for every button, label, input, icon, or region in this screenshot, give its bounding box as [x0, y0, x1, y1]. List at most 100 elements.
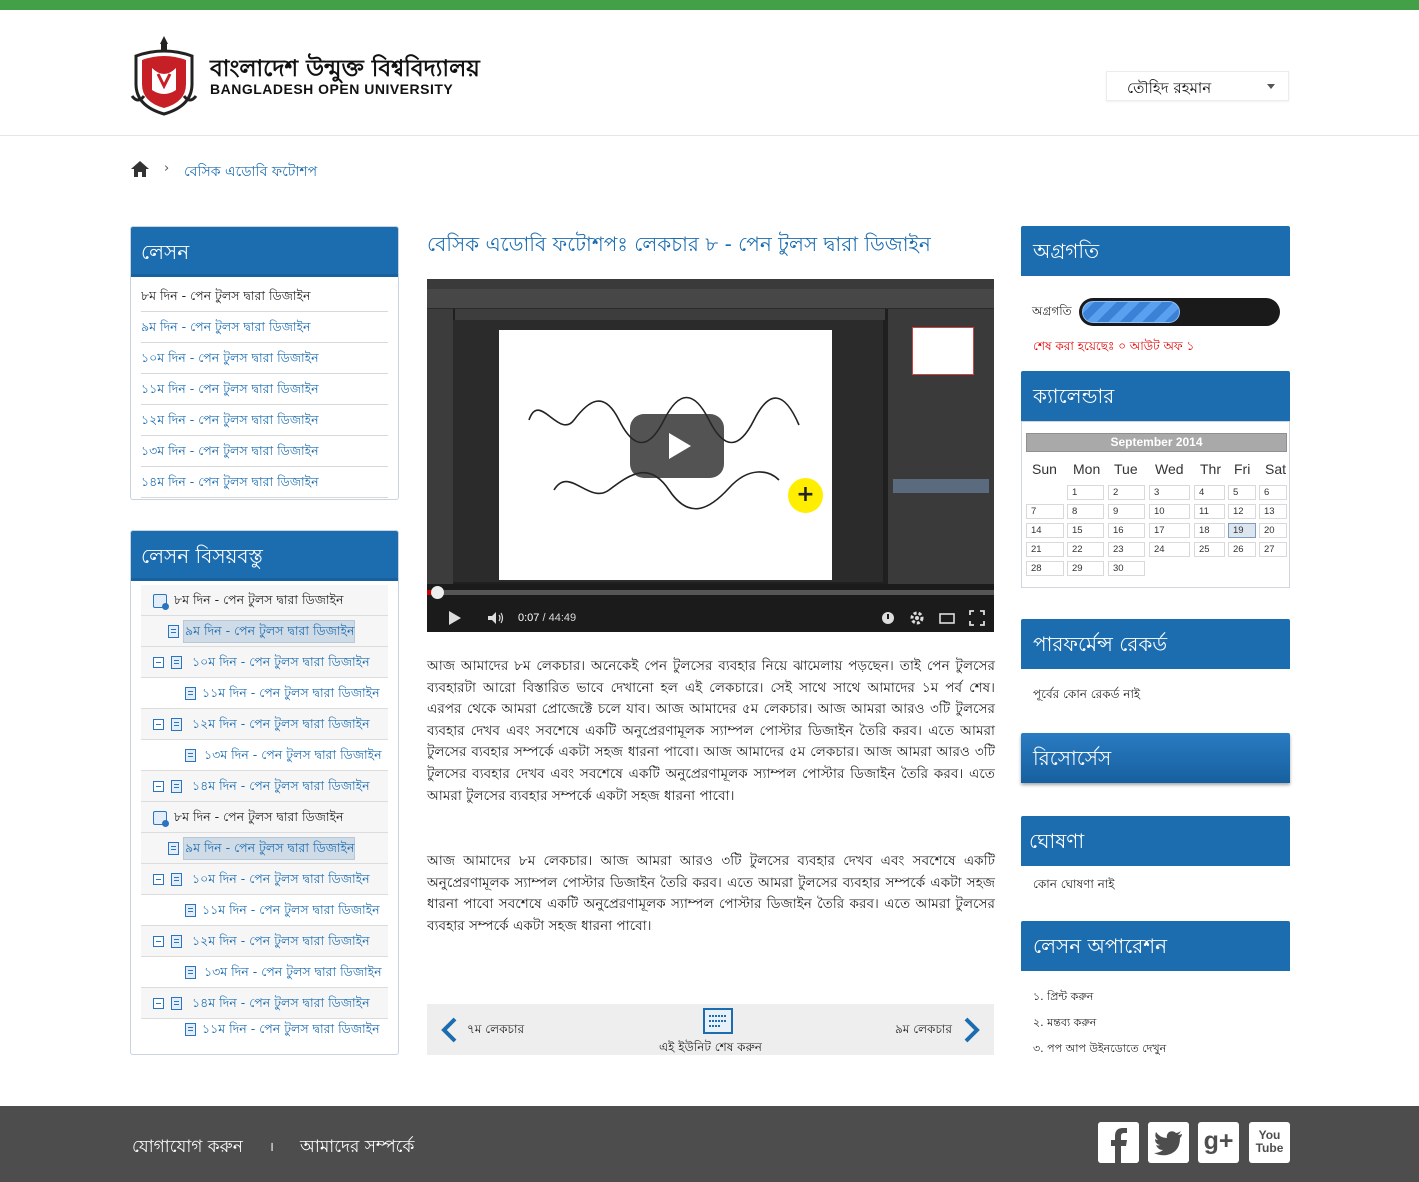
theater-mode-icon[interactable]	[939, 610, 955, 626]
collapse-icon[interactable]	[153, 719, 164, 730]
chevron-down-icon	[1267, 84, 1275, 89]
video-player[interactable]: + 0:07 / 44:49	[427, 279, 994, 632]
tree-row[interactable]: ১৩ম দিন - পেন টুলস দ্বারা ডিজাইন	[141, 740, 388, 771]
top-accent-bar	[0, 0, 1419, 10]
calendar-day[interactable]: 13	[1259, 504, 1287, 519]
calendar-day[interactable]: 3	[1149, 485, 1190, 500]
tree-row[interactable]: ৮ম দিন - পেন টুলস দ্বারা ডিজাইন	[141, 585, 388, 616]
calendar-day[interactable]: 4	[1194, 485, 1225, 500]
calendar-day[interactable]: 7	[1026, 504, 1064, 519]
tree-row[interactable]: ১০ম দিন - পেন টুলস দ্বারা ডিজাইন	[141, 864, 388, 895]
calendar-day[interactable]: 20	[1259, 523, 1287, 538]
lesson-item[interactable]: ১৩ম দিন - পেন টুলস দ্বারা ডিজাইন	[141, 436, 388, 467]
play-icon[interactable]	[449, 611, 461, 625]
video-scrubber-handle[interactable]	[431, 586, 444, 599]
lesson-item[interactable]: ১৪ম দিন - পেন টুলস দ্বারা ডিজাইন	[141, 467, 388, 498]
youtube-icon[interactable]: You Tube	[1249, 1122, 1290, 1163]
twitter-icon[interactable]	[1148, 1122, 1189, 1163]
tree-row[interactable]: ১০ম দিন - পেন টুলস দ্বারা ডিজাইন	[141, 647, 388, 678]
completion-status: শেষ করা হয়েছেঃ ০ আউট অফ ১	[1033, 339, 1195, 353]
watch-later-icon[interactable]	[880, 610, 896, 626]
calendar-day[interactable]: 2	[1108, 485, 1145, 500]
tree-row[interactable]: ১২ম দিন - পেন টুলস দ্বারা ডিজাইন	[141, 709, 388, 740]
previous-lecture-link[interactable]: ৭ম লেকচার	[467, 1021, 524, 1041]
google-plus-icon[interactable]: g+	[1198, 1122, 1239, 1163]
lecture-paragraph: আজ আমাদের ৮ম লেকচার। আজ আমরা আরও ৩টি টুল…	[427, 853, 995, 934]
calendar-day[interactable]: 15	[1067, 523, 1104, 538]
calendar-weekday: Thr	[1200, 461, 1221, 477]
lesson-item[interactable]: ৮ম দিন - পেন টুলস দ্বারা ডিজাইন	[141, 281, 388, 312]
video-frame-tool-panel	[427, 309, 453, 584]
print-link[interactable]: ১. প্রিন্ট করুন	[1033, 988, 1093, 1007]
user-menu-dropdown[interactable]: তৌহিদ রহমান	[1106, 71, 1289, 101]
play-overlay-button[interactable]	[630, 414, 724, 478]
lesson-item[interactable]: ৯ম দিন - পেন টুলস দ্বারা ডিজাইন	[141, 312, 388, 343]
calendar-day[interactable]: 29	[1067, 561, 1104, 576]
document-icon	[185, 1023, 196, 1036]
finish-unit-button[interactable]: এই ইউনিট শেষ করুন	[427, 1039, 994, 1059]
resources-panel-title[interactable]: রিসোর্সেস	[1021, 733, 1290, 783]
volume-icon[interactable]	[487, 611, 505, 625]
tree-row[interactable]: ১১ম দিন - পেন টুলস দ্বারা ডিজাইন	[141, 678, 388, 709]
calendar-day[interactable]: 6	[1259, 485, 1287, 500]
facebook-icon[interactable]	[1098, 1122, 1139, 1163]
calendar-day[interactable]: 24	[1149, 542, 1190, 557]
tree-row[interactable]: ১৪ম দিন - পেন টুলস দ্বারা ডিজাইন	[141, 988, 388, 1019]
calendar-day[interactable]: 8	[1067, 504, 1104, 519]
calendar-day[interactable]: 21	[1026, 542, 1064, 557]
collapse-icon[interactable]	[153, 998, 164, 1009]
collapse-icon[interactable]	[153, 874, 164, 885]
calendar-day[interactable]: 10	[1149, 504, 1190, 519]
tree-row[interactable]: ১১ম দিন - পেন টুলস দ্বারা ডিজাইন	[141, 895, 388, 926]
arrow-right-icon[interactable]	[962, 1017, 982, 1043]
lesson-item[interactable]: ১১ম দিন - পেন টুলস দ্বারা ডিজাইন	[141, 374, 388, 405]
calendar-day[interactable]: 19	[1228, 523, 1256, 538]
progress-panel-title: অগ্রগতি	[1021, 226, 1290, 276]
settings-gear-icon[interactable]	[909, 610, 925, 626]
footer-about-link[interactable]: আমাদের সম্পর্কে	[300, 1134, 414, 1162]
lesson-item[interactable]: ১২ম দিন - পেন টুলস দ্বারা ডিজাইন	[141, 405, 388, 436]
collapse-icon[interactable]	[153, 936, 164, 947]
collapse-icon[interactable]	[153, 781, 164, 792]
comment-link[interactable]: ২. মন্তব্য করুন	[1033, 1014, 1096, 1033]
calendar-day[interactable]: 16	[1108, 523, 1145, 538]
calendar-day[interactable]: 28	[1026, 561, 1064, 576]
home-icon[interactable]	[130, 160, 150, 178]
tree-row[interactable]: ৮ম দিন - পেন টুলস দ্বারা ডিজাইন	[141, 802, 388, 833]
tree-row-label: ১৪ম দিন - পেন টুলস দ্বারা ডিজাইন	[192, 778, 370, 793]
tree-row[interactable]: ৯ম দিন - পেন টুলস দ্বারা ডিজাইন	[141, 616, 388, 647]
collapse-icon[interactable]	[153, 657, 164, 668]
calendar-day[interactable]: 23	[1108, 542, 1145, 557]
fullscreen-icon[interactable]	[969, 610, 985, 626]
calendar-day[interactable]: 1	[1067, 485, 1104, 500]
calendar-day[interactable]: 12	[1228, 504, 1256, 519]
tree-row[interactable]: ১২ম দিন - পেন টুলস দ্বারা ডিজাইন	[141, 926, 388, 957]
calendar-day[interactable]: 14	[1026, 523, 1064, 538]
video-progress-bar[interactable]	[427, 590, 994, 595]
next-lecture-link[interactable]: ৯ম লেকচার	[895, 1021, 952, 1041]
tree-row[interactable]: ১৪ম দিন - পেন টুলস দ্বারা ডিজাইন	[141, 771, 388, 802]
university-logo[interactable]: বাংলাদেশ উন্মুক্ত বিশ্ববিদ্যালয় BANGLAD…	[130, 30, 510, 130]
calendar-day[interactable]: 17	[1149, 523, 1190, 538]
calendar-day[interactable]: 9	[1108, 504, 1145, 519]
tree-row[interactable]: ৯ম দিন - পেন টুলস দ্বারা ডিজাইন	[141, 833, 388, 864]
calendar-day[interactable]: 18	[1194, 523, 1225, 538]
announcement-text: কোন ঘোষণা নাই	[1033, 877, 1115, 891]
breadcrumb-current[interactable]: বেসিক এডোবি ফটোশপ	[184, 160, 317, 184]
tree-row[interactable]: ১৩ম দিন - পেন টুলস দ্বারা ডিজাইন	[141, 957, 388, 988]
calendar-day[interactable]: 11	[1194, 504, 1225, 519]
lesson-item[interactable]: ১০ম দিন - পেন টুলস দ্বারা ডিজাইন	[141, 343, 388, 374]
footer-contact-link[interactable]: যোগাযোগ করুন	[132, 1134, 243, 1162]
calendar-day[interactable]: 5	[1228, 485, 1256, 500]
calendar-day[interactable]: 30	[1108, 561, 1145, 576]
tree-row-label: ১২ম দিন - পেন টুলস দ্বারা ডিজাইন	[192, 933, 370, 948]
calendar-day[interactable]: 26	[1228, 542, 1256, 557]
performance-text: পূর্বের কোন রেকর্ড নাই	[1033, 687, 1141, 701]
finish-unit-icon[interactable]	[703, 1008, 733, 1034]
popup-view-link[interactable]: ৩. পপ আপ উইনডোতে দেখুন	[1033, 1040, 1166, 1059]
calendar-day[interactable]: 22	[1067, 542, 1104, 557]
calendar-day[interactable]: 25	[1194, 542, 1225, 557]
calendar-day[interactable]: 27	[1259, 542, 1287, 557]
tree-row[interactable]: ১১ম দিন - পেন টুলস দ্বারা ডিজাইন	[141, 1019, 388, 1050]
video-time: 0:07 / 44:49	[518, 612, 576, 624]
